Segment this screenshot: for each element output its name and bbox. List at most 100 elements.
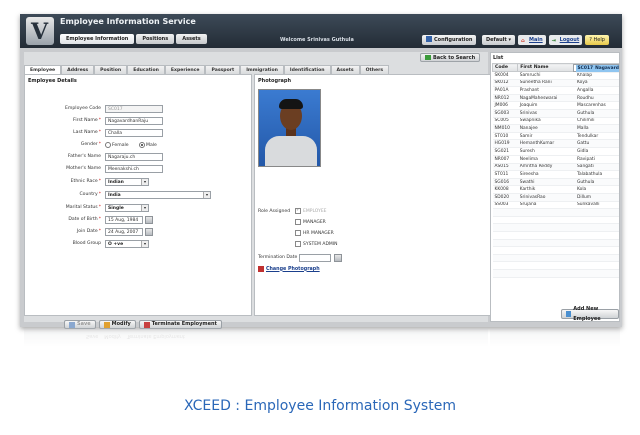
role-hr-manager-checkbox[interactable]: HR MANAGER xyxy=(295,230,334,236)
default-select[interactable]: Default ▾ xyxy=(482,35,516,45)
empty-cell xyxy=(492,208,518,217)
table-row[interactable]: PA01A Prashant Angalla xyxy=(492,86,619,95)
tab-immigration[interactable]: Immigration xyxy=(240,65,284,74)
column-header-first-name[interactable]: First Name xyxy=(517,63,576,72)
first-name-row: First Name* NagavardhanRaju xyxy=(25,117,253,126)
empty-table-row xyxy=(492,269,619,278)
calendar-icon[interactable] xyxy=(145,216,153,224)
table-row[interactable]: SK004 Samruchi Khalap xyxy=(492,71,619,80)
cell-code: SD020 xyxy=(492,193,518,202)
cell-code: SG016 xyxy=(492,178,518,187)
tab-employee-information[interactable]: Employee Information xyxy=(60,34,135,44)
mothers-name-field[interactable]: Meenakshi.ch xyxy=(105,165,163,173)
cell-first-name: Nanajee xyxy=(517,124,575,133)
help-button[interactable]: ? Help xyxy=(585,35,609,45)
tab-assets[interactable]: Assets xyxy=(176,34,207,44)
cell-last-name: Mascarenhas xyxy=(574,101,619,110)
role-system-admin-checkbox[interactable]: SYSTEM ADMIN xyxy=(295,241,338,247)
cell-code: PA01A xyxy=(492,86,518,95)
table-row[interactable]: SS003 Srujana Sunkavalli xyxy=(492,201,619,210)
empty-table-row xyxy=(492,246,619,255)
gender-male-label: Male xyxy=(146,142,157,148)
tab-experience[interactable]: Experience xyxy=(164,65,206,74)
photo-shirt xyxy=(265,136,317,166)
table-row[interactable]: SD020 SrinivasRao Dillum xyxy=(492,193,619,202)
camera-icon xyxy=(258,266,264,272)
empty-cell xyxy=(492,231,518,240)
empty-cell xyxy=(574,239,619,248)
home-icon: ⌂ xyxy=(521,38,525,44)
table-row[interactable]: JM006 Joaquim Mascarenhas xyxy=(492,101,619,110)
cell-last-name: Roudhu xyxy=(574,94,619,103)
gender-female-radio[interactable]: Female xyxy=(105,142,129,148)
gender-male-radio[interactable]: Male xyxy=(139,142,157,148)
table-row[interactable]: SC017NagavardhanRajChalla xyxy=(572,63,619,73)
last-name-field[interactable]: Challa xyxy=(105,129,163,137)
calendar-icon[interactable] xyxy=(334,254,342,262)
first-name-field[interactable]: NagavardhanRaju xyxy=(105,117,163,125)
cell-first-name: SrinivasRao xyxy=(517,193,575,202)
tab-position[interactable]: Position xyxy=(94,65,128,74)
fathers-name-field[interactable]: Nagaraju.ch xyxy=(105,153,163,161)
ethnic-race-select[interactable]: Indian ▾ xyxy=(105,178,149,186)
tab-passport[interactable]: Passport xyxy=(205,65,241,74)
cell-first-name: Srujana xyxy=(517,201,575,210)
table-row[interactable]: SG003 Srinivas Guthula xyxy=(492,109,619,118)
cell-last-name: Guthula xyxy=(574,178,619,187)
country-row: Country* India ▾ xyxy=(25,191,253,200)
add-new-employee-label: Add New Employee xyxy=(573,306,601,322)
country-select[interactable]: India ▾ xyxy=(105,191,211,199)
empty-cell xyxy=(517,254,575,263)
role-system-admin-label: SYSTEM ADMIN xyxy=(303,241,338,247)
cell-first-name: Swathi xyxy=(517,178,575,187)
blood-group-select[interactable]: O +ve ▾ xyxy=(105,240,149,248)
table-row[interactable]: NM010 Nanajee Malla xyxy=(492,124,619,133)
logout-link[interactable]: ⇥ Logout xyxy=(548,35,583,45)
table-row[interactable]: NR012 NagaMaheswarai Roudhu xyxy=(492,94,619,103)
configuration-button[interactable]: Configuration xyxy=(422,35,477,45)
reflection-list-panel xyxy=(490,328,620,346)
table-row[interactable]: SC005 Swapnika Chilimili xyxy=(492,117,619,126)
table-row[interactable]: ST010 Samir Tendulkar xyxy=(492,132,619,141)
tab-others[interactable]: Others xyxy=(359,65,390,74)
role-employee-checkbox: EMPLOYEE xyxy=(295,207,327,214)
tab-positions[interactable]: Positions xyxy=(136,34,175,44)
tab-address[interactable]: Address xyxy=(61,65,95,74)
tab-identification[interactable]: Identification xyxy=(283,65,331,74)
tab-education[interactable]: Education xyxy=(127,65,165,74)
app-title: Employee Information Service xyxy=(60,17,196,26)
chevron-down-icon: ▾ xyxy=(141,205,148,211)
table-row[interactable]: AS015 Amritha Reddy Sangati xyxy=(492,163,619,172)
role-manager-checkbox[interactable]: MANAGER xyxy=(295,219,326,225)
blood-group-label: Blood Group xyxy=(72,241,101,246)
main-link[interactable]: ⌂ Main xyxy=(518,35,546,45)
table-row[interactable]: SK012 Suneetha Rani Koya xyxy=(492,79,619,88)
empty-table-row xyxy=(492,254,619,263)
back-to-search-button[interactable]: Back to Search xyxy=(420,53,481,62)
table-row[interactable]: HG019 HemanthKumar Gattu xyxy=(492,139,619,148)
employee-code-label: Employee Code xyxy=(65,106,101,111)
table-row[interactable]: NR007 Neelima Ravipati xyxy=(492,155,619,164)
table-row[interactable]: SG021 Suresh Gidla xyxy=(492,147,619,156)
role-hr-manager-label: HR MANAGER xyxy=(303,230,334,236)
table-row[interactable]: ST011 Sireesha Talabathula xyxy=(492,170,619,179)
join-date-field[interactable]: 24 Aug, 2007 xyxy=(105,228,143,236)
role-employee-label: EMPLOYEE xyxy=(303,208,327,214)
tab-employee[interactable]: Employee xyxy=(24,65,62,74)
date-of-birth-field[interactable]: 15 Aug, 1984 xyxy=(105,216,143,224)
tab-assets-sub[interactable]: Assets xyxy=(330,65,360,74)
calendar-icon[interactable] xyxy=(145,228,153,236)
change-photograph-link[interactable]: Change Photograph xyxy=(258,266,320,272)
column-header-code[interactable]: Code xyxy=(491,63,519,72)
termination-date-field[interactable] xyxy=(299,254,331,262)
app-logo: V xyxy=(26,17,54,45)
cell-code: ST010 xyxy=(492,132,518,141)
employee-code-row: Employee Code SC017 xyxy=(25,105,253,114)
add-new-employee-button[interactable]: Add New Employee xyxy=(561,306,619,321)
checkbox-box xyxy=(295,230,301,236)
blood-group-row: Blood Group O +ve ▾ xyxy=(25,240,253,249)
change-photograph-label: Change Photograph xyxy=(266,266,320,272)
table-row[interactable]: KK008 Karthik Kola xyxy=(492,185,619,194)
table-row[interactable]: SG016 Swathi Guthula xyxy=(492,178,619,187)
marital-status-select[interactable]: Single ▾ xyxy=(105,204,149,212)
